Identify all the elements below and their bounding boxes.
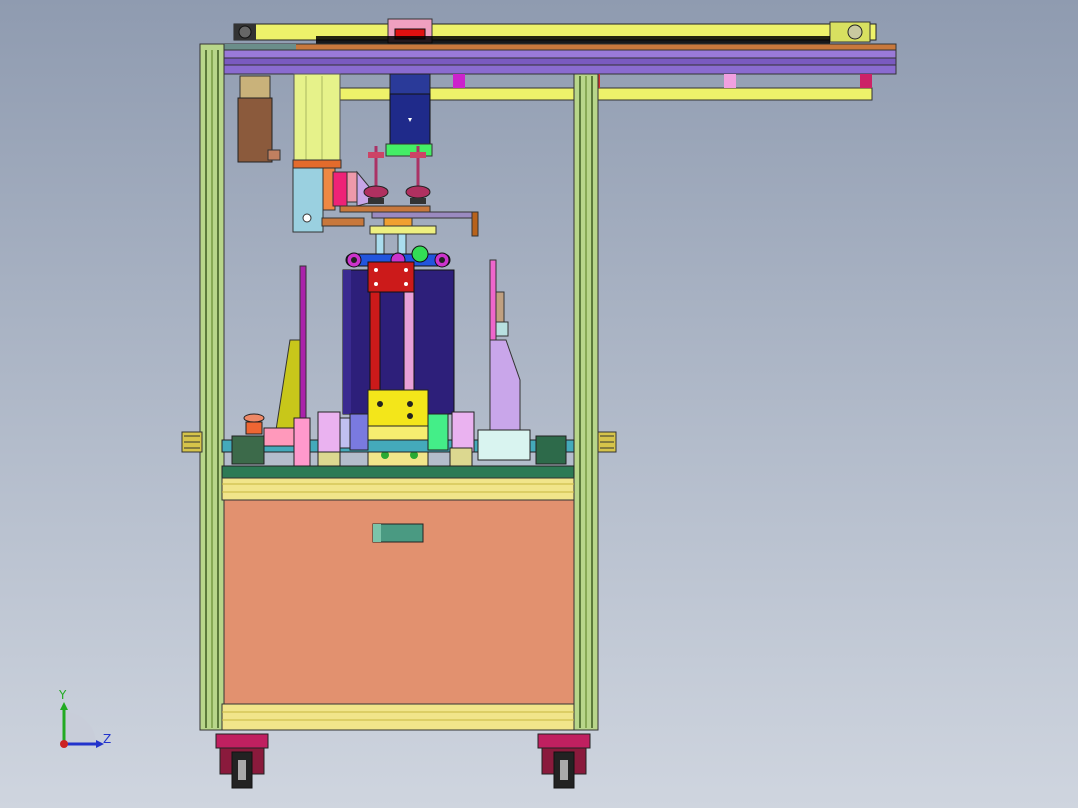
gripper-carriage — [292, 167, 381, 233]
coordinate-triad-icon — [60, 702, 104, 748]
triad-y-label: Y — [59, 688, 67, 702]
vertical-linear-slide — [292, 73, 342, 169]
servo-motor — [237, 75, 281, 163]
suction-cup-left — [363, 146, 389, 204]
center-column — [375, 233, 407, 257]
right-guide-block — [489, 259, 521, 431]
caster-wheel-right — [537, 733, 591, 789]
top-cross-beam — [199, 43, 897, 75]
machine-model-drawing[interactable] — [0, 0, 1078, 808]
triad-z-label: Z — [103, 732, 112, 746]
base-plate — [221, 465, 575, 501]
cad-viewport[interactable]: Y Z — [0, 0, 1078, 808]
left-frame-post — [199, 43, 225, 731]
side-knob-left — [181, 431, 203, 453]
cabinet-handle[interactable] — [372, 523, 424, 543]
top-belt-assembly — [233, 18, 877, 44]
yellow-slider-block — [367, 389, 429, 467]
stepper-motor-top — [385, 73, 433, 157]
right-frame-post — [573, 73, 599, 731]
caster-wheel-left — [215, 733, 269, 789]
bottom-frame — [221, 703, 575, 731]
side-knob-right — [597, 431, 617, 453]
left-guide-block — [275, 265, 307, 433]
